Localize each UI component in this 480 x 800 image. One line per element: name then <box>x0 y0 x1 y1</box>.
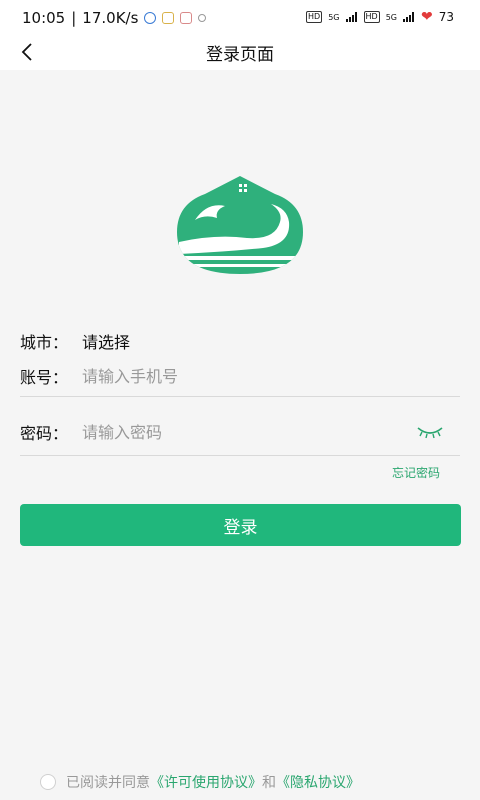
agreement-and: 和 <box>262 775 276 791</box>
privacy-agreement-link[interactable]: 《隐私协议》 <box>276 772 360 792</box>
status-bar: 10:05 | 17.0K/s HD 5G HD 5G ❤ 73 <box>0 0 480 36</box>
notification-dot-icon <box>198 14 207 22</box>
divider <box>20 455 460 456</box>
status-bar-left: 10:05 | 17.0K/s <box>22 9 207 27</box>
agreement-checkbox[interactable] <box>40 774 56 790</box>
account-label: 账号： <box>20 368 69 387</box>
notification-app-icon <box>180 12 193 24</box>
hd-icon: HD <box>363 11 380 23</box>
battery-heart-icon: ❤ <box>420 9 433 25</box>
password-row: 密码： <box>20 420 382 444</box>
password-label: 密码： <box>20 424 69 443</box>
notification-app-icon <box>162 12 175 24</box>
network-speed: 17.0K/s <box>82 9 139 27</box>
agreement-row: 已阅读并同意 《许可使用协议》 和 《隐私协议》 <box>40 772 360 792</box>
status-separator: | <box>71 9 77 27</box>
title-bar: 登录页面 <box>0 36 480 70</box>
status-time: 10:05 <box>22 9 66 27</box>
forgot-password-link[interactable]: 忘记密码 <box>392 464 440 481</box>
hd-icon: HD <box>306 11 323 23</box>
divider <box>20 396 460 397</box>
account-row: 账号： <box>20 364 382 388</box>
license-agreement-link[interactable]: 《许可使用协议》 <box>150 772 262 792</box>
eye-closed-icon[interactable] <box>416 424 444 440</box>
password-input[interactable] <box>82 422 382 442</box>
phone-input[interactable] <box>82 366 382 386</box>
login-button[interactable]: 登录 <box>20 504 461 546</box>
status-bar-right: HD 5G HD 5G ❤ 73 <box>306 9 454 25</box>
page-title: 登录页面 <box>206 45 274 65</box>
city-select[interactable]: 请选择 <box>82 329 130 353</box>
signal-icon: 5G <box>328 12 340 22</box>
notification-app-icon <box>144 12 157 24</box>
city-label: 城市： <box>20 333 69 352</box>
battery-level: 73 <box>438 10 454 24</box>
signal-icon: 5G <box>385 12 397 22</box>
app-logo <box>177 176 303 274</box>
agreement-prefix: 已阅读并同意 <box>66 775 150 791</box>
signal-bars-icon <box>402 12 414 22</box>
city-row[interactable]: 城市： 请选择 <box>20 329 130 353</box>
signal-bars-icon <box>345 12 357 22</box>
